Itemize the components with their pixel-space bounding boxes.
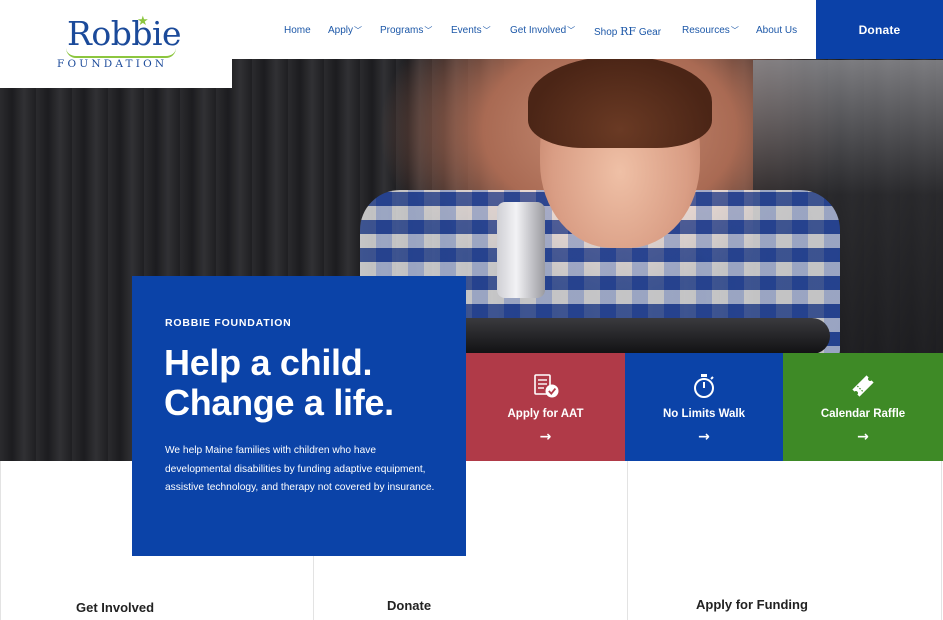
nav-item-events[interactable]: Events﹀ xyxy=(451,25,491,36)
hero-headline-line-1: Help a child. xyxy=(164,342,373,383)
logo-swoosh xyxy=(66,48,176,58)
tile-calendar-raffle[interactable]: Calendar Raffle → xyxy=(783,353,943,461)
card-title: Apply for Funding xyxy=(696,597,808,612)
nav-item-home[interactable]: Home xyxy=(284,25,311,36)
nav-item-get-involved[interactable]: Get Involved﹀ xyxy=(510,25,575,36)
nav-item-label: Apply xyxy=(328,25,354,36)
nav-item-label-pre: Shop xyxy=(594,27,618,38)
hero-eyebrow: ROBBIE FOUNDATION xyxy=(165,317,292,329)
tile-label: No Limits Walk xyxy=(663,408,745,420)
nav-item-label-post: Gear xyxy=(638,27,662,38)
card-apply-for-funding[interactable]: Apply for Funding xyxy=(628,461,942,620)
rf-mark-icon: RF xyxy=(620,25,637,38)
site-logo[interactable]: Robbie ★ FOUNDATION xyxy=(0,0,232,88)
nav-item-about-us[interactable]: About Us xyxy=(756,25,797,36)
chevron-down-icon: ﹀ xyxy=(482,26,491,35)
donate-button[interactable]: Donate xyxy=(816,0,943,59)
tile-label: Calendar Raffle xyxy=(820,408,906,420)
top-navigation-bar: Home Apply﹀ Programs﹀ Events﹀ Get Involv… xyxy=(232,0,816,59)
checklist-icon xyxy=(466,373,625,399)
chevron-down-icon: ﹀ xyxy=(567,26,576,35)
nav-item-shop-rf-gear[interactable]: Shop RF Gear xyxy=(594,25,661,38)
arrow-right-icon: → xyxy=(857,429,869,445)
hero-photo-handlebar xyxy=(410,318,830,354)
hero-photo-child-hair xyxy=(528,56,712,148)
nav-item-label: Get Involved xyxy=(510,25,567,36)
hero-headline: Help a child. Change a life. xyxy=(164,343,454,423)
nav-item-label: About Us xyxy=(756,25,798,36)
nav-item-label: Events xyxy=(451,25,482,36)
star-icon: ★ xyxy=(137,14,149,29)
hero-headline-line-2: Change a life. xyxy=(164,382,394,423)
nav-item-label: Resources xyxy=(682,25,730,36)
main-nav: Home Apply﹀ Programs﹀ Events﹀ Get Involv… xyxy=(232,0,816,59)
tile-no-limits-walk[interactable]: No Limits Walk → xyxy=(625,353,783,461)
nav-item-resources[interactable]: Resources﹀ xyxy=(682,25,739,36)
nav-item-label: Programs xyxy=(380,25,424,36)
nav-item-apply[interactable]: Apply﹀ xyxy=(328,25,362,36)
card-title: Donate xyxy=(387,598,432,613)
chevron-down-icon: ﹀ xyxy=(354,26,363,35)
tile-label: Apply for AAT xyxy=(507,408,584,420)
chevron-down-icon: ﹀ xyxy=(424,26,433,35)
nav-item-label: Home xyxy=(284,25,311,36)
hero-photo-bike-light xyxy=(497,202,545,298)
arrow-right-icon: → xyxy=(698,429,710,445)
logo-subtitle: FOUNDATION xyxy=(57,58,168,70)
hero-body-copy: We help Maine families with children who… xyxy=(165,445,435,493)
stopwatch-icon xyxy=(625,373,783,399)
chevron-down-icon: ﹀ xyxy=(730,26,739,35)
ticket-icon xyxy=(783,373,943,399)
nav-item-programs[interactable]: Programs﹀ xyxy=(380,25,432,36)
tile-apply-for-aat[interactable]: Apply for AAT → xyxy=(466,353,625,461)
card-title: Get Involved xyxy=(76,600,155,615)
arrow-right-icon: → xyxy=(539,429,552,445)
hero-card: ROBBIE FOUNDATION Help a child. Change a… xyxy=(132,276,466,556)
